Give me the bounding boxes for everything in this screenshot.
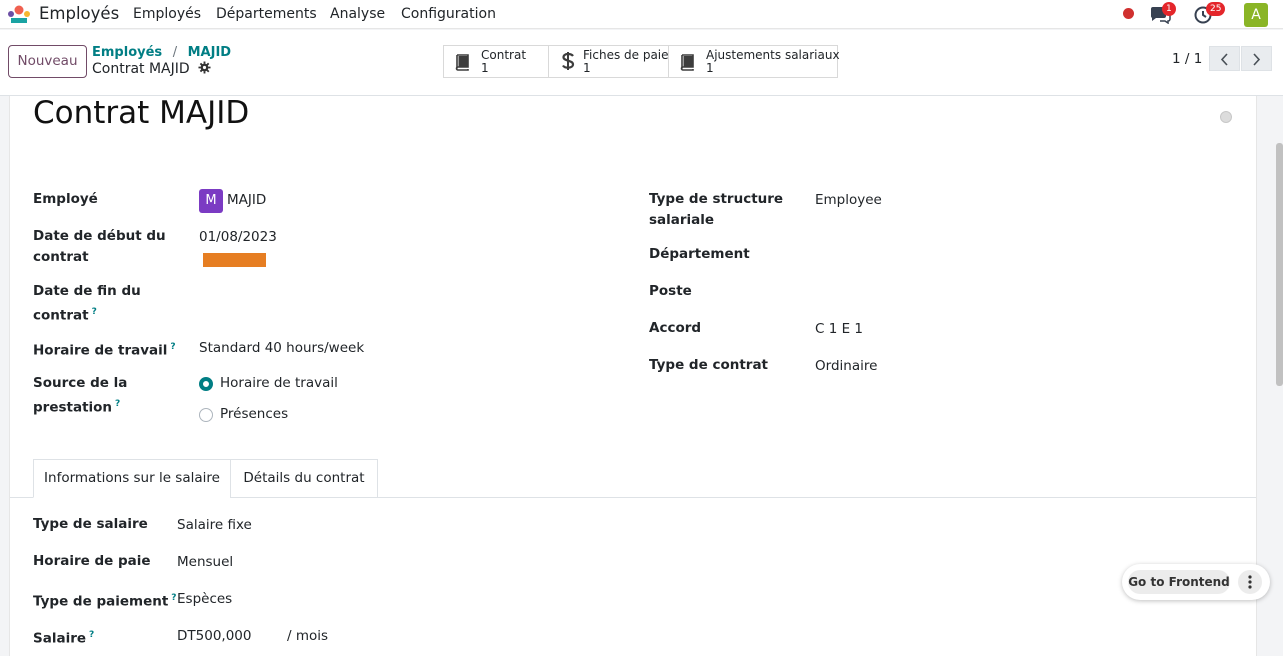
agreement-field[interactable]: C 1 E 1 xyxy=(815,319,863,340)
breadcrumb-record: Contrat MAJID xyxy=(92,61,211,77)
pager-value[interactable]: 1 / 1 xyxy=(1172,51,1202,67)
breadcrumb: Employés / MAJID xyxy=(92,45,231,60)
smart-button-contract-count: 1 xyxy=(481,61,489,75)
contract-type-label: Type de contrat xyxy=(649,357,769,373)
book-icon xyxy=(680,54,694,71)
menu-configuration[interactable]: Configuration xyxy=(401,6,496,22)
radio-attendances-label[interactable]: Présences xyxy=(220,404,288,425)
frontend-widget: Go to Frontend xyxy=(1122,564,1270,600)
wage-type-field[interactable]: Salaire fixe xyxy=(177,515,252,536)
tab-contract-details[interactable]: Détails du contrat xyxy=(230,459,378,498)
gear-icon[interactable] xyxy=(198,61,211,74)
wage-label-text: Salaire xyxy=(33,630,87,647)
employee-field[interactable]: MAJID xyxy=(227,190,266,211)
source-label-line1: Source de la xyxy=(33,375,128,391)
dollar-icon xyxy=(562,52,575,70)
smart-button-payslips-count: 1 xyxy=(583,61,591,75)
employee-label: Employé xyxy=(33,191,98,207)
help-tooltip-icon[interactable]: ? xyxy=(92,307,97,317)
schedule-pay-field[interactable]: Mensuel xyxy=(177,552,233,573)
wage-field[interactable]: DT500,000 xyxy=(177,626,251,647)
help-tooltip-icon[interactable]: ? xyxy=(89,630,94,640)
top-navbar: Employés Employés Départements Analyse C… xyxy=(0,0,1283,29)
menu-departments[interactable]: Départements xyxy=(216,6,317,22)
date-start-label-line2: contrat xyxy=(33,249,89,265)
agreement-label: Accord xyxy=(649,320,702,336)
smart-button-contract[interactable]: Contrat 1 xyxy=(443,45,549,78)
smart-button-adjustments-label: Ajustements salariaux xyxy=(706,48,840,62)
employee-avatar: M xyxy=(199,189,223,213)
menu-analysis[interactable]: Analyse xyxy=(330,6,385,22)
book-icon xyxy=(455,54,469,71)
structure-type-field[interactable]: Employee xyxy=(815,190,882,211)
user-avatar[interactable]: A xyxy=(1244,3,1268,27)
date-end-label: Date de fin du contrat? xyxy=(33,281,141,327)
app-name: Employés xyxy=(39,4,120,23)
date-end-label-line2: contrat xyxy=(33,307,89,324)
source-label: Source de la prestation? xyxy=(33,373,127,419)
recording-indicator-icon xyxy=(1123,8,1134,19)
pager-previous-button[interactable] xyxy=(1209,46,1240,71)
messages-badge: 1 xyxy=(1162,2,1176,16)
activities-badge: 25 xyxy=(1206,2,1226,16)
payment-type-label: Type de paiement? xyxy=(33,588,177,613)
redaction-mark xyxy=(203,253,266,267)
wage-unit: / mois xyxy=(287,628,329,644)
schedule-label: Horaire de travail? xyxy=(33,337,176,362)
date-start-label-line1: Date de début du xyxy=(33,228,166,244)
payment-type-field[interactable]: Espèces xyxy=(177,589,232,610)
record-name: Contrat MAJID xyxy=(92,61,190,77)
wage-type-label: Type de salaire xyxy=(33,516,148,532)
pager-next-button[interactable] xyxy=(1241,46,1272,71)
schedule-field[interactable]: Standard 40 hours/week xyxy=(199,338,364,359)
breadcrumb-separator: / xyxy=(172,45,178,60)
status-indicator-icon[interactable] xyxy=(1220,111,1232,123)
vertical-dots-icon xyxy=(1248,575,1252,589)
source-label-line2: prestation xyxy=(33,399,113,416)
smart-button-payslips-label: Fiches de paie xyxy=(583,48,669,62)
chevron-left-icon xyxy=(1220,53,1228,66)
tab-salary-information[interactable]: Informations sur le salaire xyxy=(33,459,231,498)
radio-attendances[interactable] xyxy=(199,408,213,422)
chevron-right-icon xyxy=(1253,53,1261,66)
contract-type-field[interactable]: Ordinaire xyxy=(815,356,877,377)
date-end-label-line1: Date de fin du xyxy=(33,283,141,299)
smart-button-salary-adjustments[interactable]: Ajustements salariaux 1 xyxy=(668,45,840,78)
department-label: Département xyxy=(649,246,750,262)
smart-button-payslips[interactable]: Fiches de paie 1 xyxy=(548,45,669,78)
page-title[interactable]: Contrat MAJID xyxy=(33,95,249,131)
help-tooltip-icon[interactable]: ? xyxy=(171,593,176,603)
new-button[interactable]: Nouveau xyxy=(8,45,87,78)
help-tooltip-icon[interactable]: ? xyxy=(170,342,175,352)
help-tooltip-icon[interactable]: ? xyxy=(115,399,120,409)
breadcrumb-employees-link[interactable]: Employés xyxy=(92,45,162,60)
structure-type-label-line1: Type de structure xyxy=(649,191,784,207)
schedule-pay-label: Horaire de paie xyxy=(33,553,151,569)
job-label: Poste xyxy=(649,283,692,299)
control-panel: Nouveau Employés / MAJID Contrat MAJID C… xyxy=(0,30,1283,96)
radio-work-schedule[interactable] xyxy=(199,377,213,391)
radio-work-schedule-label[interactable]: Horaire de travail xyxy=(220,373,338,394)
smart-button-adjustments-count: 1 xyxy=(706,61,714,75)
payment-type-label-text: Type de paiement xyxy=(33,593,169,610)
scrollbar-thumb[interactable] xyxy=(1276,143,1283,386)
menu-employees[interactable]: Employés xyxy=(133,6,201,22)
more-options-button[interactable] xyxy=(1238,570,1262,594)
go-to-frontend-button[interactable]: Go to Frontend xyxy=(1128,570,1230,594)
breadcrumb-employee-link[interactable]: MAJID xyxy=(188,45,231,60)
date-start-label: Date de début du contrat xyxy=(33,226,166,268)
structure-type-label-line2: salariale xyxy=(649,212,715,228)
date-start-field[interactable]: 01/08/2023 xyxy=(199,227,277,248)
schedule-label-text: Horaire de travail xyxy=(33,342,168,359)
employees-app-icon[interactable] xyxy=(6,4,32,24)
structure-type-label: Type de structure salariale xyxy=(649,189,783,231)
